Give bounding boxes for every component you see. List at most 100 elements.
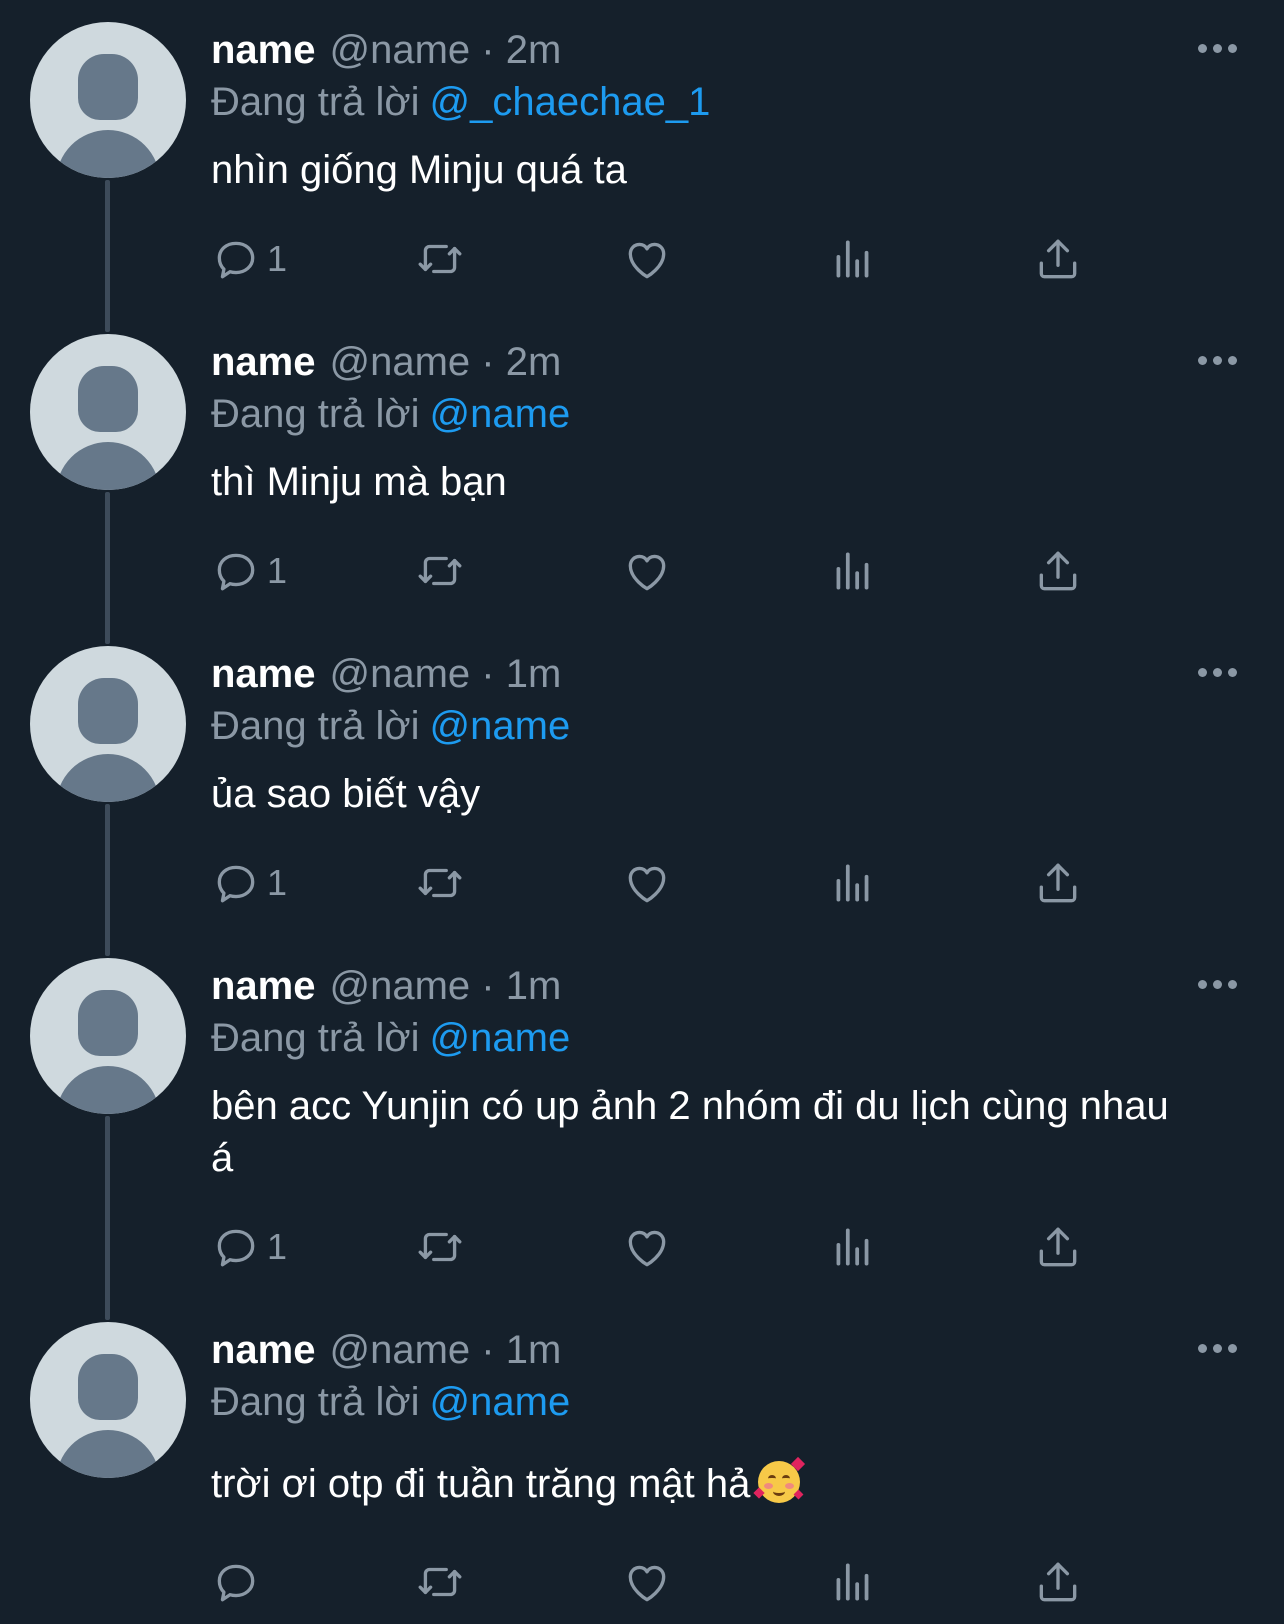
tweet[interactable]: name @name · 1m Đang trả lời @name bên acc… — [0, 936, 1284, 1300]
tweet[interactable]: name @name · 1m Đang trả lời @name trời ơi… — [0, 1300, 1284, 1624]
avatar-body-shape — [56, 1430, 160, 1478]
retweet-button[interactable] — [415, 231, 465, 287]
share-button[interactable] — [1033, 231, 1083, 287]
like-button[interactable] — [622, 1219, 672, 1275]
display-name[interactable]: name — [211, 652, 316, 696]
mention-link[interactable]: @name — [430, 1380, 571, 1424]
reply-icon — [217, 241, 255, 279]
tweet-text: ủa sao biết vậy — [211, 772, 481, 816]
avatar-head-shape — [78, 990, 138, 1056]
handle-and-time: @name · 1m — [329, 964, 562, 1008]
more-icon[interactable] — [1198, 978, 1238, 990]
avatar-body-shape — [56, 130, 160, 178]
replying-label: Đang trả lời — [211, 392, 420, 436]
reply-button[interactable] — [211, 1554, 267, 1610]
views-button[interactable] — [828, 855, 878, 911]
action-bar: 1 — [211, 543, 1211, 599]
retweet-icon — [418, 868, 462, 898]
share-icon — [1039, 1562, 1077, 1602]
avatar[interactable] — [30, 22, 186, 178]
like-icon — [628, 554, 666, 591]
tweet[interactable]: name @name · 2m Đang trả lời @_chaechae_1 … — [0, 0, 1284, 312]
replying-to: Đang trả lời @name — [211, 388, 570, 440]
avatar[interactable] — [30, 1322, 186, 1478]
action-bar: 1 — [211, 855, 1211, 911]
views-button[interactable] — [828, 231, 878, 287]
share-button[interactable] — [1033, 855, 1083, 911]
retweet-icon — [418, 556, 462, 586]
handle-and-time: @name · 2m — [329, 340, 562, 384]
more-icon[interactable] — [1198, 354, 1238, 366]
retweet-button[interactable] — [415, 855, 465, 911]
like-icon — [628, 1230, 666, 1267]
views-button[interactable] — [828, 543, 878, 599]
like-button[interactable] — [622, 231, 672, 287]
views-button[interactable] — [828, 1219, 878, 1275]
reply-count: 1 — [267, 1226, 288, 1267]
retweet-icon — [418, 1567, 462, 1597]
action-bar: 1 — [211, 231, 1211, 287]
retweet-button[interactable] — [415, 1219, 465, 1275]
tweet-text-container: trời ơi otp đi tuần trăng mật hả — [211, 1456, 1211, 1510]
views-icon — [836, 552, 869, 590]
avatar-body-shape — [56, 442, 160, 490]
tweet[interactable]: name @name · 1m Đang trả lời @name ủa sao … — [0, 624, 1284, 936]
avatar-head-shape — [78, 678, 138, 744]
tweet-header: name @name · 1m — [211, 648, 561, 700]
more-icon[interactable] — [1198, 1342, 1238, 1354]
share-icon — [1039, 551, 1077, 591]
reply-count: 1 — [267, 862, 288, 903]
retweet-button[interactable] — [415, 1554, 465, 1610]
replying-to: Đang trả lời @name — [211, 700, 570, 752]
mention-link[interactable]: @name — [430, 704, 571, 748]
replying-label: Đang trả lời — [211, 704, 420, 748]
share-icon — [1039, 1227, 1077, 1267]
tweet[interactable]: name @name · 2m Đang trả lời @name thì Min… — [0, 312, 1284, 624]
retweet-icon — [418, 1232, 462, 1262]
like-button[interactable] — [622, 855, 672, 911]
like-button[interactable] — [622, 1554, 672, 1610]
reply-icon — [217, 1229, 255, 1267]
like-icon — [628, 866, 666, 903]
tweet-header: name @name · 1m — [211, 1324, 561, 1376]
reply-icon — [217, 865, 255, 903]
mention-link[interactable]: @name — [430, 392, 571, 436]
reply-icon — [217, 1564, 255, 1602]
reply-button[interactable]: 1 — [211, 543, 287, 599]
replying-to: Đang trả lời @name — [211, 1012, 570, 1064]
share-icon — [1039, 239, 1077, 279]
like-icon — [628, 242, 666, 279]
more-icon[interactable] — [1198, 666, 1238, 678]
more-icon[interactable] — [1198, 42, 1238, 54]
like-button[interactable] — [622, 543, 672, 599]
share-button[interactable] — [1033, 543, 1083, 599]
share-button[interactable] — [1033, 1219, 1083, 1275]
display-name[interactable]: name — [211, 340, 316, 384]
display-name[interactable]: name — [211, 1328, 316, 1372]
action-bar: 1 — [211, 1219, 1211, 1275]
handle-and-time: @name · 1m — [329, 652, 562, 696]
display-name[interactable]: name — [211, 964, 316, 1008]
mention-link[interactable]: @name — [430, 1016, 571, 1060]
display-name[interactable]: name — [211, 28, 316, 72]
replying-label: Đang trả lời — [211, 80, 420, 124]
reply-button[interactable]: 1 — [211, 231, 287, 287]
avatar[interactable] — [30, 958, 186, 1114]
reply-button[interactable]: 1 — [211, 1219, 287, 1275]
avatar-body-shape — [56, 1066, 160, 1114]
share-button[interactable] — [1033, 1554, 1083, 1610]
replying-label: Đang trả lời — [211, 1380, 420, 1424]
reply-count: 1 — [267, 238, 288, 279]
retweet-button[interactable] — [415, 543, 465, 599]
reply-button[interactable]: 1 — [211, 855, 287, 911]
avatar[interactable] — [30, 334, 186, 490]
retweet-icon — [418, 244, 462, 274]
views-button[interactable] — [828, 1554, 878, 1610]
reply-thread: name @name · 2m Đang trả lời @_chaechae_1 … — [0, 0, 1284, 1624]
avatar-head-shape — [78, 366, 138, 432]
share-icon — [1039, 863, 1077, 903]
views-icon — [836, 1228, 869, 1266]
mention-link[interactable]: @_chaechae_1 — [430, 80, 711, 124]
tweet-text: trời ơi otp đi tuần trăng mật hả — [211, 1462, 751, 1506]
avatar[interactable] — [30, 646, 186, 802]
